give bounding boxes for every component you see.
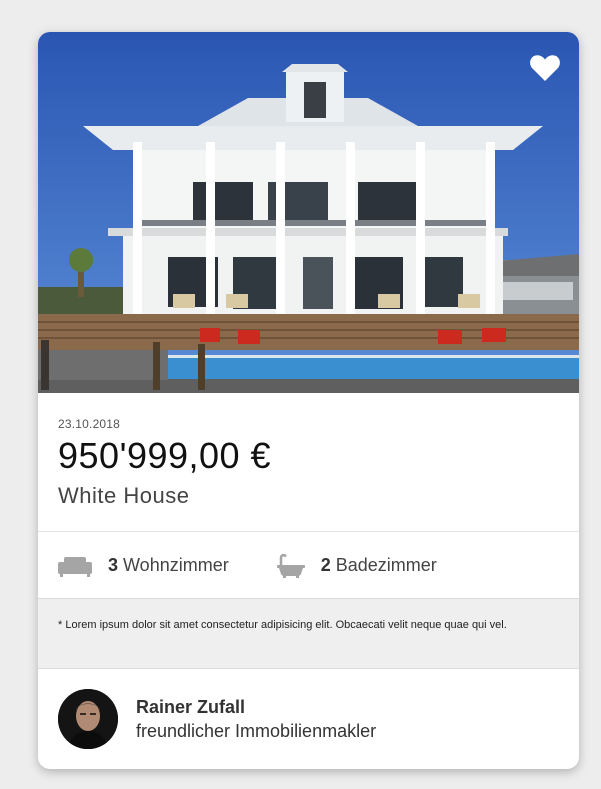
bathrooms-feature: 2 Badezimmer bbox=[276, 553, 437, 578]
listing-date: 23.10.2018 bbox=[58, 417, 121, 431]
agent-avatar bbox=[58, 689, 118, 749]
bathrooms-label: Badezimmer bbox=[335, 555, 437, 575]
favorite-button[interactable] bbox=[529, 54, 561, 82]
listing-price: 950'999,00 € bbox=[58, 435, 272, 476]
disclaimer-note: * Lorem ipsum dolor sit amet consectetur… bbox=[38, 598, 579, 669]
heart-icon bbox=[530, 55, 560, 81]
bathtub-icon bbox=[276, 553, 305, 578]
listing-info: 23.10.2018 950'999,00 € White House bbox=[58, 417, 559, 509]
property-photo bbox=[38, 32, 579, 393]
listing-title: White House bbox=[58, 483, 190, 508]
sofa-icon bbox=[58, 555, 92, 577]
bathrooms-count: 2 bbox=[320, 555, 331, 575]
living-rooms-label: Wohnzimmer bbox=[123, 555, 229, 575]
agent-name: Rainer Zufall bbox=[136, 696, 246, 717]
agent-role: freundlicher Immobilienmakler bbox=[136, 720, 377, 741]
living-rooms-feature: 3 Wohnzimmer bbox=[58, 555, 229, 577]
agent-section[interactable]: Rainer Zufall freundlicher Immobilienmak… bbox=[38, 669, 579, 769]
agent-details: Rainer Zufall freundlicher Immobilienmak… bbox=[136, 697, 376, 742]
feature-row: 3 Wohnzimmer 2 Badezimmer bbox=[38, 531, 579, 599]
property-card[interactable]: 23.10.2018 950'999,00 € White House 3 Wo… bbox=[38, 32, 579, 769]
living-rooms-count: 3 bbox=[108, 555, 119, 575]
